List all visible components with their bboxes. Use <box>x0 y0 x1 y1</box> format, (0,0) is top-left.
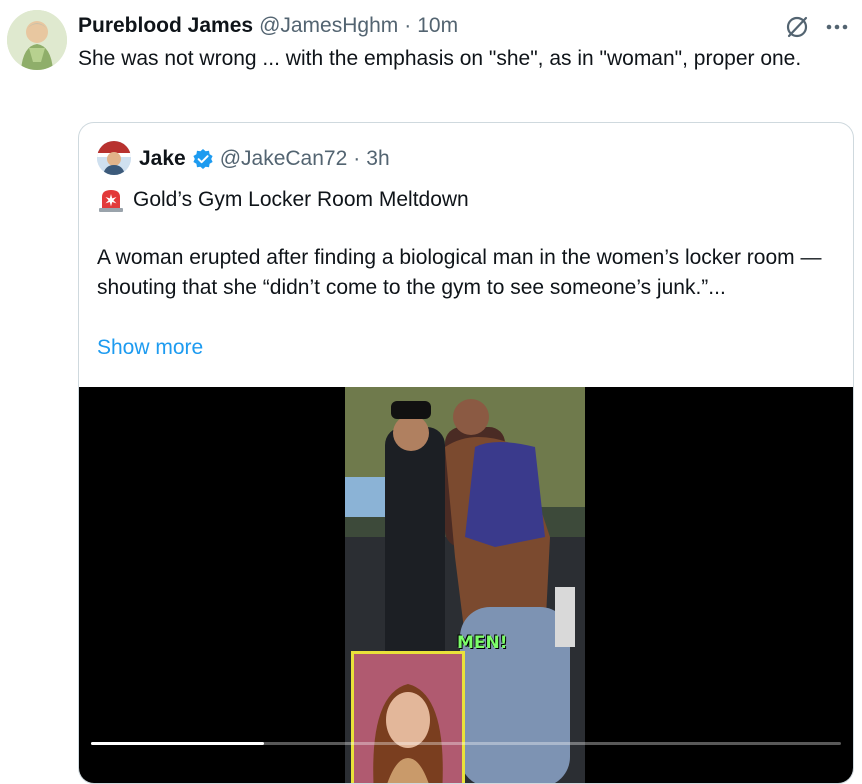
video-frame: MEN! <box>345 387 585 783</box>
quoted-title: Gold’s Gym Locker Room Meltdown <box>133 188 469 211</box>
quoted-avatar-icon <box>97 141 131 175</box>
inset-portrait <box>354 654 462 783</box>
post-header: Pureblood James @JamesHghm · 10m <box>78 12 458 40</box>
avatar-illustration-icon <box>7 10 67 70</box>
grok-slash-circle-icon[interactable] <box>784 14 810 45</box>
post-text: She was not wrong ... with the emphasis … <box>78 47 802 70</box>
quoted-separator: · <box>353 147 361 170</box>
author-handle[interactable]: @JamesHghm <box>259 14 398 38</box>
quoted-time[interactable]: 3h <box>366 147 389 171</box>
quoted-avatar[interactable] <box>97 141 131 175</box>
police-light-icon <box>97 187 125 213</box>
quoted-title-line: Gold’s Gym Locker Room Meltdown <box>97 185 469 215</box>
quoted-post-card[interactable]: Jake @JakeCan72 · 3h Gold’s Gym Locker R… <box>78 122 854 784</box>
header-separator: · <box>404 14 412 37</box>
post-time[interactable]: 10m <box>417 14 458 38</box>
more-dots-icon[interactable] <box>824 14 850 45</box>
quoted-author-handle[interactable]: @JakeCan72 <box>220 147 348 171</box>
quoted-header: Jake @JakeCan72 · 3h <box>139 145 390 173</box>
video-progress-bar[interactable] <box>91 742 841 745</box>
video-overlay-caption: MEN! <box>457 633 508 653</box>
author-name[interactable]: Pureblood James <box>78 14 253 38</box>
verified-badge-icon <box>192 148 214 170</box>
video-progress-fill <box>91 742 264 745</box>
video-inset-image <box>351 651 465 783</box>
post-actions <box>784 14 850 45</box>
quoted-body: A woman erupted after finding a biologic… <box>97 246 822 299</box>
avatar[interactable] <box>7 10 67 70</box>
video-player[interactable]: MEN! <box>79 387 853 783</box>
show-more-link[interactable]: Show more <box>97 333 203 363</box>
quoted-author-name[interactable]: Jake <box>139 147 186 171</box>
